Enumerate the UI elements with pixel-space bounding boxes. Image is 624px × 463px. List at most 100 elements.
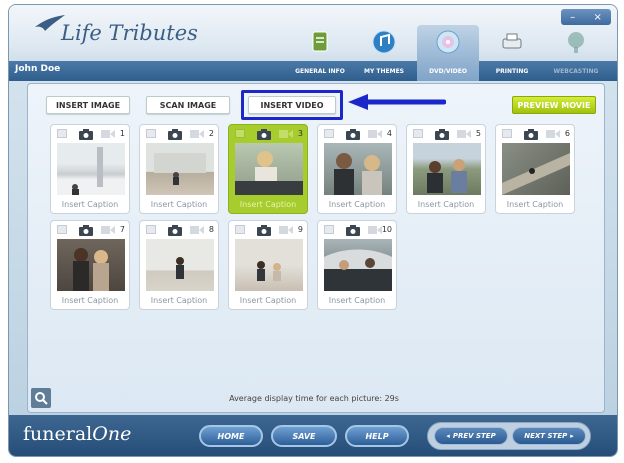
image-icon[interactable] [57, 129, 67, 138]
image-icon[interactable] [235, 129, 245, 138]
caption-field[interactable]: Insert Caption [51, 200, 129, 209]
slide-thumbnail [57, 239, 125, 291]
tab-dvd-video[interactable]: DVD/VIDEO [417, 25, 479, 81]
printer-icon [502, 33, 522, 49]
image-icon[interactable] [502, 129, 512, 138]
logo-text: Life Tributes [61, 21, 198, 45]
caption-field[interactable]: Insert Caption [318, 296, 396, 305]
video-icon[interactable] [101, 225, 115, 235]
camera-icon[interactable] [168, 129, 182, 140]
slide-card[interactable]: 1 Insert Caption [50, 124, 130, 214]
tab-printing[interactable]: PRINTING [481, 25, 543, 81]
app-window: Life Tributes – × John Doe GENERAL INFO … [8, 4, 618, 457]
slide-number: 6 [564, 129, 570, 138]
close-button[interactable]: × [593, 12, 601, 23]
video-icon[interactable] [101, 129, 115, 139]
camera-icon[interactable] [79, 225, 93, 236]
camera-icon[interactable] [346, 129, 360, 140]
camera-icon[interactable] [435, 129, 449, 140]
slide-thumbnail [57, 143, 125, 195]
slide-card-selected[interactable]: 3 Insert Caption [228, 124, 308, 214]
highlight-box [241, 90, 343, 120]
slides-panel: INSERT IMAGE SCAN IMAGE INSERT VIDEO PRE… [27, 83, 605, 413]
slide-card[interactable]: 6 Insert Caption [495, 124, 575, 214]
image-icon[interactable] [146, 129, 156, 138]
photo-figure [73, 248, 109, 291]
slide-thumbnail [235, 143, 303, 195]
video-icon[interactable] [546, 129, 560, 139]
slide-card[interactable]: 8 Insert Caption [139, 220, 219, 310]
photo-figure [334, 153, 382, 195]
slide-number: 1 [119, 129, 125, 138]
tab-webcasting[interactable]: WEBCASTING [545, 25, 607, 81]
image-icon[interactable] [413, 129, 423, 138]
display-time-status: Average display time for each picture: 2… [229, 394, 399, 403]
slide-thumbnail [324, 239, 392, 291]
chevron-left-icon: ◂ [446, 432, 450, 440]
minimize-button[interactable]: – [570, 12, 575, 23]
disc-icon [436, 30, 460, 54]
tab-my-themes[interactable]: MY THEMES [353, 25, 415, 81]
video-icon[interactable] [190, 129, 204, 139]
camera-icon[interactable] [257, 129, 271, 140]
camera-icon[interactable] [257, 225, 271, 236]
caption-field[interactable]: Insert Caption [51, 296, 129, 305]
camera-icon[interactable] [168, 225, 182, 236]
window-controls: – × [561, 9, 611, 25]
slide-card[interactable]: 2 Insert Caption [139, 124, 219, 214]
video-icon[interactable] [190, 225, 204, 235]
camera-icon[interactable] [524, 129, 538, 140]
home-button[interactable]: HOME [199, 425, 263, 447]
photo-figure [154, 153, 206, 185]
caption-field[interactable]: Insert Caption [496, 200, 574, 209]
step-navigation: ◂ PREV STEP NEXT STEP ▸ [427, 422, 591, 450]
camera-icon[interactable] [79, 129, 93, 140]
slide-thumbnail [502, 143, 570, 195]
tab-label: DVD/VIDEO [429, 68, 467, 75]
slide-card[interactable]: 7 Insert Caption [50, 220, 130, 310]
slide-number: 8 [208, 225, 214, 234]
caption-field[interactable]: Insert Caption [407, 200, 485, 209]
caption-field[interactable]: Insert Caption [318, 200, 396, 209]
music-note-icon [372, 30, 396, 54]
video-icon[interactable] [279, 129, 293, 139]
video-icon[interactable] [457, 129, 471, 139]
slide-card[interactable]: 10 Insert Caption [317, 220, 397, 310]
video-icon[interactable] [368, 225, 382, 235]
photo-figure [72, 147, 103, 195]
caption-field[interactable]: Insert Caption [229, 200, 307, 209]
video-icon[interactable] [368, 129, 382, 139]
slide-number: 4 [386, 129, 392, 138]
caption-field[interactable]: Insert Caption [140, 200, 218, 209]
slide-card[interactable]: 4 Insert Caption [317, 124, 397, 214]
tab-general-info[interactable]: GENERAL INFO [289, 25, 351, 81]
slide-thumbnail [235, 239, 303, 291]
image-icon[interactable] [324, 225, 334, 234]
prev-step-button[interactable]: ◂ PREV STEP [434, 427, 508, 445]
caption-field[interactable]: Insert Caption [140, 296, 218, 305]
save-button[interactable]: SAVE [271, 425, 337, 447]
image-icon[interactable] [235, 225, 245, 234]
slide-number: 2 [208, 129, 214, 138]
insert-image-button[interactable]: INSERT IMAGE [46, 96, 130, 114]
image-icon[interactable] [146, 225, 156, 234]
slide-thumbnail [146, 143, 214, 195]
user-name: John Doe [15, 64, 61, 74]
slide-number: 7 [119, 225, 125, 234]
slide-card[interactable]: 5 Insert Caption [406, 124, 486, 214]
image-icon[interactable] [324, 129, 334, 138]
slide-card[interactable]: 9 Insert Caption [228, 220, 308, 310]
chevron-right-icon: ▸ [570, 432, 574, 440]
help-button[interactable]: HELP [345, 425, 409, 447]
image-icon[interactable] [57, 225, 67, 234]
brand-one: One [92, 423, 132, 445]
next-step-button[interactable]: NEXT STEP ▸ [512, 427, 586, 445]
scan-image-button[interactable]: SCAN IMAGE [146, 96, 230, 114]
preview-movie-button[interactable]: PREVIEW MOVIE [512, 96, 596, 114]
video-icon[interactable] [279, 225, 293, 235]
card-icons [324, 129, 394, 141]
caption-field[interactable]: Insert Caption [229, 296, 307, 305]
camera-icon[interactable] [346, 225, 360, 236]
photo-figure [427, 159, 467, 193]
photo-figure [235, 151, 303, 195]
